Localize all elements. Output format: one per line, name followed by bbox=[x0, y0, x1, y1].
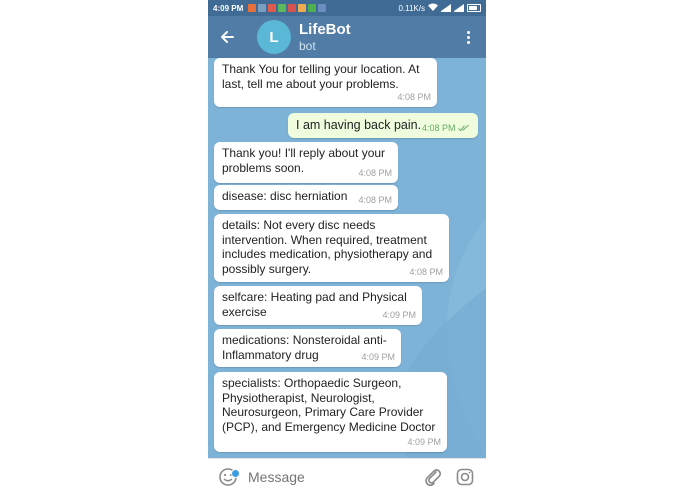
message-bubble-incoming[interactable]: details: Not every disc needs interventi… bbox=[214, 214, 449, 282]
status-right: 0.11K/s bbox=[398, 3, 481, 13]
gmail-icon bbox=[268, 4, 277, 12]
app-icon bbox=[318, 4, 327, 12]
camera-icon bbox=[456, 468, 474, 486]
app-icon bbox=[288, 4, 297, 12]
camera-button[interactable] bbox=[448, 468, 482, 486]
message-bubble-outgoing[interactable]: I am having back pain. 4:08 PM bbox=[288, 113, 478, 138]
app-icon bbox=[258, 4, 267, 12]
notification-icon bbox=[248, 4, 257, 12]
message-bubble-incoming[interactable]: selfcare: Heating pad and Physical exerc… bbox=[214, 286, 422, 325]
play-store-icon bbox=[308, 4, 317, 12]
app-icon bbox=[298, 4, 307, 12]
wifi-icon bbox=[428, 3, 438, 13]
status-bar: 4:09 PM 0.11K/s bbox=[208, 0, 486, 16]
message-bubble-incoming[interactable]: disease: disc herniation 4:08 PM bbox=[214, 185, 398, 210]
message-bubble-incoming[interactable]: medications: Nonsteroidal anti-Inflammat… bbox=[214, 329, 401, 367]
back-button[interactable] bbox=[208, 16, 246, 58]
message-time: 4:08 PM bbox=[409, 266, 443, 277]
avatar[interactable]: L bbox=[257, 20, 291, 54]
emoji-badge bbox=[231, 469, 240, 478]
signal-icon bbox=[454, 4, 464, 12]
network-speed: 0.11K/s bbox=[398, 3, 425, 13]
message-time: 4:08 PM bbox=[358, 194, 392, 205]
chat-subtitle: bot bbox=[299, 39, 316, 53]
paperclip-icon bbox=[425, 469, 442, 487]
chat-area[interactable]: Thank You for telling your location. At … bbox=[208, 58, 486, 458]
chat-title: LifeBot bbox=[299, 21, 351, 38]
chat-title-block[interactable]: LifeBot bot bbox=[299, 21, 351, 53]
phone-screen: 4:09 PM 0.11K/s L LifeBot bot Thank You … bbox=[208, 0, 486, 494]
message-time-text: 4:08 PM bbox=[421, 122, 456, 133]
chat-header: L LifeBot bot bbox=[208, 16, 486, 58]
message-bubble-incoming[interactable]: Thank you! I'll reply about your problem… bbox=[214, 142, 398, 183]
app-icon bbox=[278, 4, 287, 12]
message-composer bbox=[208, 458, 486, 494]
message-time: 4:08 PM bbox=[397, 91, 431, 102]
battery-icon bbox=[467, 4, 481, 12]
message-time: 4:09 PM bbox=[382, 309, 416, 320]
attach-button[interactable] bbox=[418, 467, 448, 487]
message-time: 4:08 PM bbox=[422, 121, 470, 136]
message-bubble-incoming[interactable]: specialists: Orthopaedic Surgeon, Physio… bbox=[214, 372, 447, 452]
notification-icons bbox=[248, 4, 327, 12]
emoji-button[interactable] bbox=[208, 467, 248, 487]
double-check-icon bbox=[458, 124, 469, 132]
message-time: 4:08 PM bbox=[358, 167, 392, 178]
message-text: Thank You for telling your location. At … bbox=[222, 62, 423, 91]
arrow-left-icon bbox=[221, 31, 234, 43]
message-bubble-incoming[interactable]: Thank You for telling your location. At … bbox=[214, 58, 437, 107]
message-time: 4:09 PM bbox=[361, 351, 395, 362]
more-vertical-icon bbox=[466, 30, 470, 34]
message-text: specialists: Orthopaedic Surgeon, Physio… bbox=[222, 376, 436, 434]
status-time: 4:09 PM bbox=[213, 3, 244, 13]
signal-icon bbox=[441, 4, 451, 12]
more-menu-button[interactable] bbox=[456, 16, 480, 58]
message-input[interactable] bbox=[248, 469, 398, 485]
message-time: 4:09 PM bbox=[407, 436, 441, 447]
